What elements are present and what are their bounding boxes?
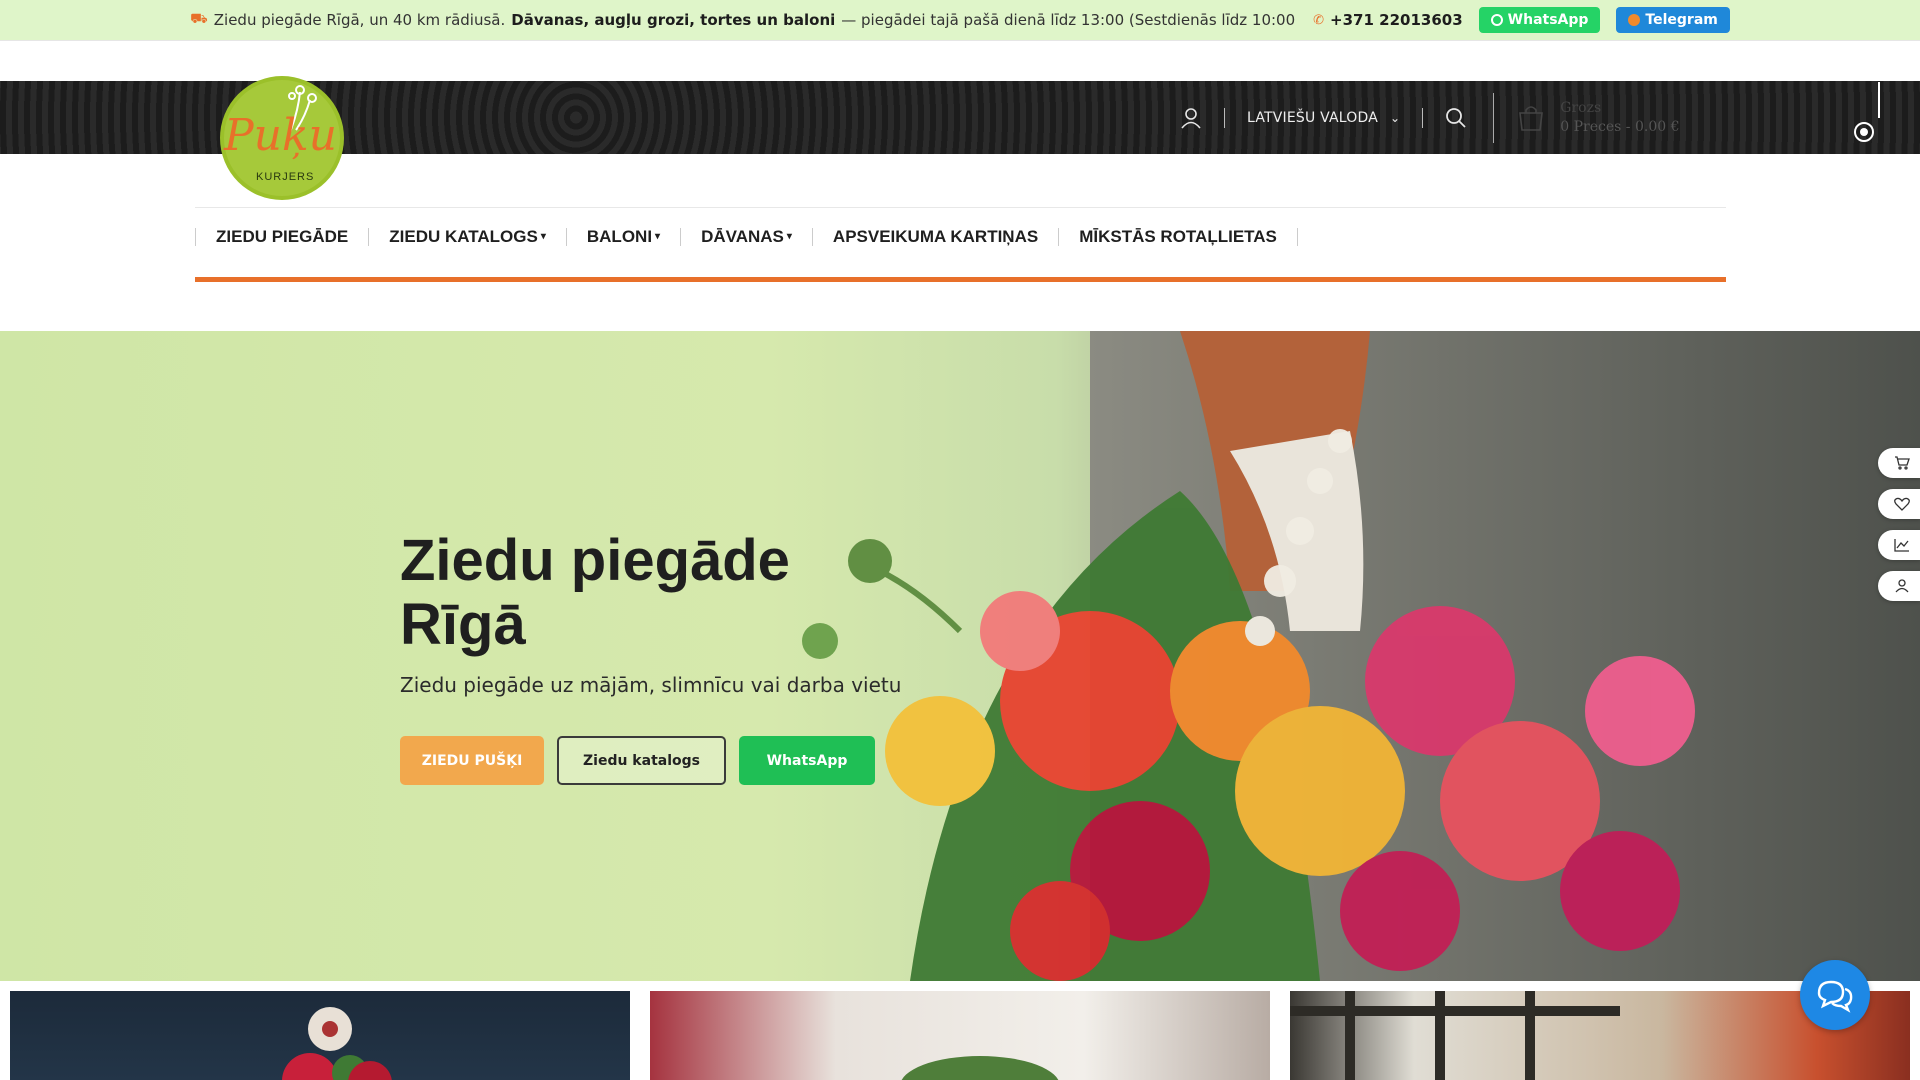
- nav-accent-line: [195, 277, 1726, 282]
- hero-subtitle: Ziedu piegāde uz mājām, slimnīcu vai dar…: [400, 673, 902, 697]
- logo-subtext: KURJERS: [256, 171, 314, 183]
- announcement-bar: ⛟ Ziedu piegāde Rīgā, un 40 km rādiusā. …: [0, 0, 1920, 40]
- nav-item-label: BALONI: [586, 226, 653, 246]
- compare-icon[interactable]: [1878, 530, 1920, 560]
- nav-item-6[interactable]: MĪKSTĀS ROTAĻLIETAS: [1058, 228, 1298, 246]
- announcement-highlight: Dāvanas, augļu grozi, tortes un baloni: [511, 11, 836, 29]
- header-divider: [1224, 107, 1225, 128]
- account-icon[interactable]: [1180, 107, 1202, 129]
- search-icon[interactable]: [1445, 107, 1467, 129]
- bouquets-button[interactable]: ZIEDU PUŠĶI: [400, 736, 544, 785]
- chat-icon: [1817, 980, 1853, 1013]
- cart-widget[interactable]: Grozs 0 Preces - 0.00 €: [1493, 92, 1680, 143]
- telegram-icon: [1628, 14, 1641, 26]
- cart-title: Grozs: [1560, 99, 1602, 116]
- caret-down-icon: ▾: [786, 231, 792, 243]
- whatsapp-button[interactable]: WhatsApp: [1478, 7, 1601, 33]
- radio-indicator-icon[interactable]: [1854, 122, 1874, 142]
- cart-summary: Grozs 0 Preces - 0.00 €: [1560, 99, 1679, 137]
- category-cards: [0, 991, 1920, 1080]
- main-navigation: ZIEDU PIEGĀDE ZIEDU KATALOGS ▾ BALONI ▾ DĀVAN…: [195, 207, 1726, 282]
- cart-icon[interactable]: [1878, 448, 1920, 478]
- hero-buttons: ZIEDU PUŠĶI Ziedu katalogs WhatsApp: [400, 736, 875, 785]
- hero-title-line2: Rīgā: [400, 592, 526, 657]
- category-card[interactable]: [650, 991, 1270, 1080]
- telegram-button[interactable]: Telegram: [1616, 7, 1730, 33]
- nav-item-1[interactable]: ZIEDU PIEGĀDE: [195, 228, 368, 246]
- phone-link[interactable]: +371 22013603: [1330, 11, 1463, 29]
- whatsapp-icon: [1490, 14, 1503, 26]
- nav-item-label: ZIEDU KATALOGS: [389, 226, 538, 246]
- site-logo[interactable]: Puķu KURJERS: [210, 72, 360, 202]
- side-toolbar: [1878, 448, 1920, 601]
- whatsapp-label: WhatsApp: [1507, 12, 1589, 28]
- right-rail-line: [1878, 82, 1880, 118]
- heart-icon[interactable]: [1878, 489, 1920, 519]
- announcement-intro: Ziedu piegāde Rīgā, un 40 km rādiusā.: [213, 11, 506, 29]
- language-selector[interactable]: LATVIEŠU VALODA ⌄: [1247, 110, 1400, 126]
- hero-title: Ziedu piegāde Rīgā: [400, 529, 920, 657]
- nav-item-label: DĀVANAS: [701, 226, 784, 246]
- nav-item-label: APSVEIKUMA KARTIŅAS: [832, 227, 1039, 246]
- nav-item-2[interactable]: ZIEDU KATALOGS ▾: [368, 226, 566, 247]
- bag-icon: [1516, 103, 1546, 133]
- header-actions: LATVIEŠU VALODA ⌄ Grozs 0 Preces - 0.00 …: [1180, 81, 1680, 154]
- category-card-image: [282, 1007, 392, 1080]
- nav-item-5[interactable]: APSVEIKUMA KARTIŅAS: [811, 227, 1058, 246]
- language-label: LATVIEŠU VALODA: [1247, 109, 1378, 126]
- category-card[interactable]: [10, 991, 630, 1080]
- telegram-label: Telegram: [1645, 12, 1718, 28]
- caret-down-icon: ▾: [655, 231, 661, 243]
- caret-down-icon: ▾: [540, 231, 546, 243]
- nav-item-label: ZIEDU PIEGĀDE: [216, 227, 349, 246]
- chevron-down-icon: ⌄: [1390, 110, 1401, 125]
- logo-script: Puķu: [223, 110, 337, 161]
- hero-title-line1: Ziedu piegāde: [400, 528, 790, 593]
- phone-icon: ✆: [1313, 12, 1325, 28]
- nav-item-4[interactable]: DĀVANAS ▾: [680, 226, 812, 247]
- announcement-delivery: — piegādei tajā pašā dienā līdz 13:00 (S…: [841, 11, 1296, 29]
- catalog-button[interactable]: Ziedu katalogs: [557, 736, 726, 785]
- chat-widget-button[interactable]: [1800, 960, 1870, 1030]
- nav-item-label: MĪKSTĀS ROTAĻLIETAS: [1079, 227, 1277, 246]
- hero-whatsapp-button[interactable]: WhatsApp: [739, 736, 875, 785]
- hero-banner: Ziedu piegāde Rīgā Ziedu piegāde uz mājā…: [0, 331, 1920, 981]
- cart-count-total: 0 Preces - 0.00 €: [1560, 118, 1680, 135]
- header-divider: [1422, 107, 1424, 128]
- truck-icon: ⛟: [190, 11, 208, 27]
- category-card-image: [901, 1056, 1059, 1080]
- nav-item-3[interactable]: BALONI ▾: [565, 226, 680, 247]
- nav-list: ZIEDU PIEGĀDE ZIEDU KATALOGS ▾ BALONI ▾ DĀVAN…: [195, 208, 1726, 266]
- user-icon[interactable]: [1878, 571, 1920, 601]
- flower-bouquet-image: [802, 331, 1920, 981]
